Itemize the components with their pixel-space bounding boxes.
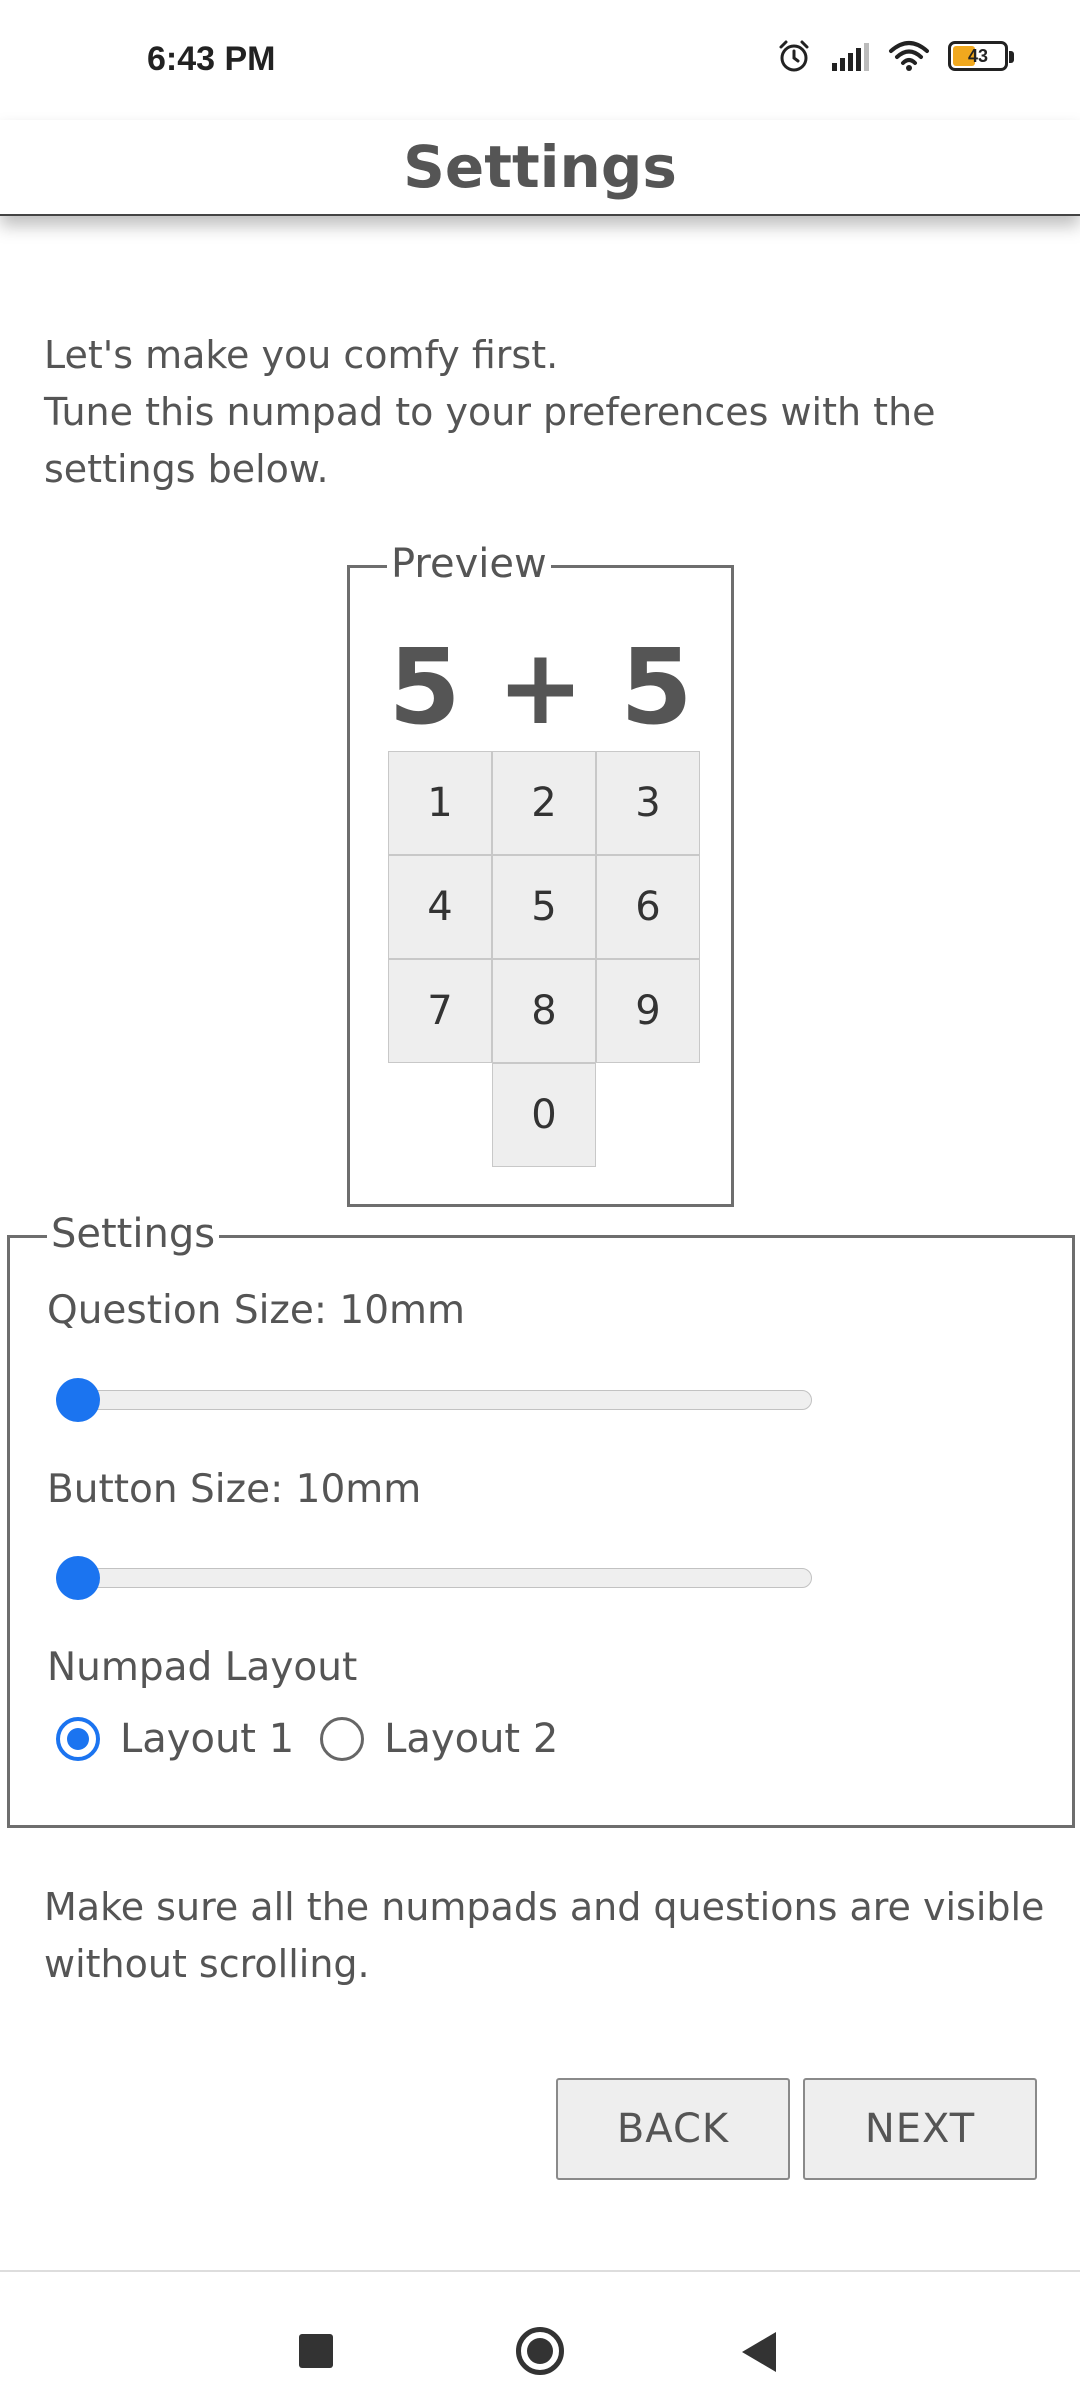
key-9[interactable]: 9 bbox=[596, 959, 700, 1063]
note-line-2: without scrolling. bbox=[44, 1942, 370, 1986]
key-8[interactable]: 8 bbox=[492, 959, 596, 1063]
layout-radio-group: Layout 1 Layout 2 bbox=[56, 1716, 584, 1762]
back-triangle-icon[interactable] bbox=[742, 2332, 776, 2372]
recents-square-icon[interactable] bbox=[299, 2334, 333, 2368]
page-title: Settings bbox=[403, 133, 677, 201]
intro-line-2: Tune this numpad to your preferences wit… bbox=[44, 390, 936, 434]
preview-legend: Preview bbox=[387, 542, 551, 586]
intro-line-1: Let's make you comfy first. bbox=[44, 333, 559, 377]
settings-legend: Settings bbox=[47, 1212, 220, 1256]
key-3[interactable]: 3 bbox=[596, 751, 700, 855]
intro-text: Let's make you comfy first. Tune this nu… bbox=[44, 327, 1044, 498]
status-icons: 43 bbox=[776, 38, 1014, 74]
question-size-slider-thumb[interactable] bbox=[56, 1378, 100, 1422]
question-size-slider[interactable] bbox=[56, 1374, 812, 1426]
layout-1-radio[interactable] bbox=[56, 1717, 100, 1761]
alarm-icon bbox=[779, 40, 809, 72]
signal-icon bbox=[832, 43, 869, 71]
layout-2-label[interactable]: Layout 2 bbox=[384, 1716, 558, 1762]
back-button[interactable]: BACK bbox=[556, 2078, 790, 2180]
button-size-label: Button Size: 10mm bbox=[47, 1467, 422, 1512]
note-line-1: Make sure all the numpads and questions … bbox=[44, 1885, 1045, 1929]
settings-panel: Settings Question Size: 10mm Button Size… bbox=[7, 1212, 1075, 1828]
next-button[interactable]: NEXT bbox=[803, 2078, 1037, 2180]
battery-icon: 43 bbox=[948, 41, 1014, 71]
key-6[interactable]: 6 bbox=[596, 855, 700, 959]
key-1[interactable]: 1 bbox=[388, 751, 492, 855]
battery-level: 43 bbox=[967, 45, 989, 66]
preview-panel: Preview 5 + 5 1 2 3 4 5 6 7 8 9 0 bbox=[347, 542, 734, 1207]
layout-1-label[interactable]: Layout 1 bbox=[120, 1716, 294, 1762]
intro-line-3: settings below. bbox=[44, 447, 329, 491]
question-size-label: Question Size: 10mm bbox=[47, 1288, 466, 1333]
wifi-icon bbox=[889, 41, 929, 71]
key-7[interactable]: 7 bbox=[388, 959, 492, 1063]
home-circle-icon[interactable] bbox=[516, 2327, 564, 2375]
status-bar: 6:43 PM 43 bbox=[0, 0, 1080, 120]
key-5[interactable]: 5 bbox=[492, 855, 596, 959]
button-size-slider-thumb[interactable] bbox=[56, 1556, 100, 1600]
key-4[interactable]: 4 bbox=[388, 855, 492, 959]
app-header: Settings bbox=[0, 120, 1080, 216]
layout-2-radio[interactable] bbox=[320, 1717, 365, 1761]
button-size-slider-track[interactable] bbox=[56, 1568, 812, 1588]
key-0[interactable]: 0 bbox=[492, 1063, 596, 1167]
numpad-layout-label: Numpad Layout bbox=[47, 1645, 358, 1690]
button-size-slider[interactable] bbox=[56, 1552, 812, 1604]
status-time: 6:43 PM bbox=[147, 40, 276, 78]
question-size-slider-track[interactable] bbox=[56, 1390, 812, 1410]
visibility-note: Make sure all the numpads and questions … bbox=[44, 1879, 1054, 1993]
system-nav-bar bbox=[0, 2272, 1080, 2400]
key-2[interactable]: 2 bbox=[492, 751, 596, 855]
preview-question: 5 + 5 bbox=[388, 626, 693, 748]
